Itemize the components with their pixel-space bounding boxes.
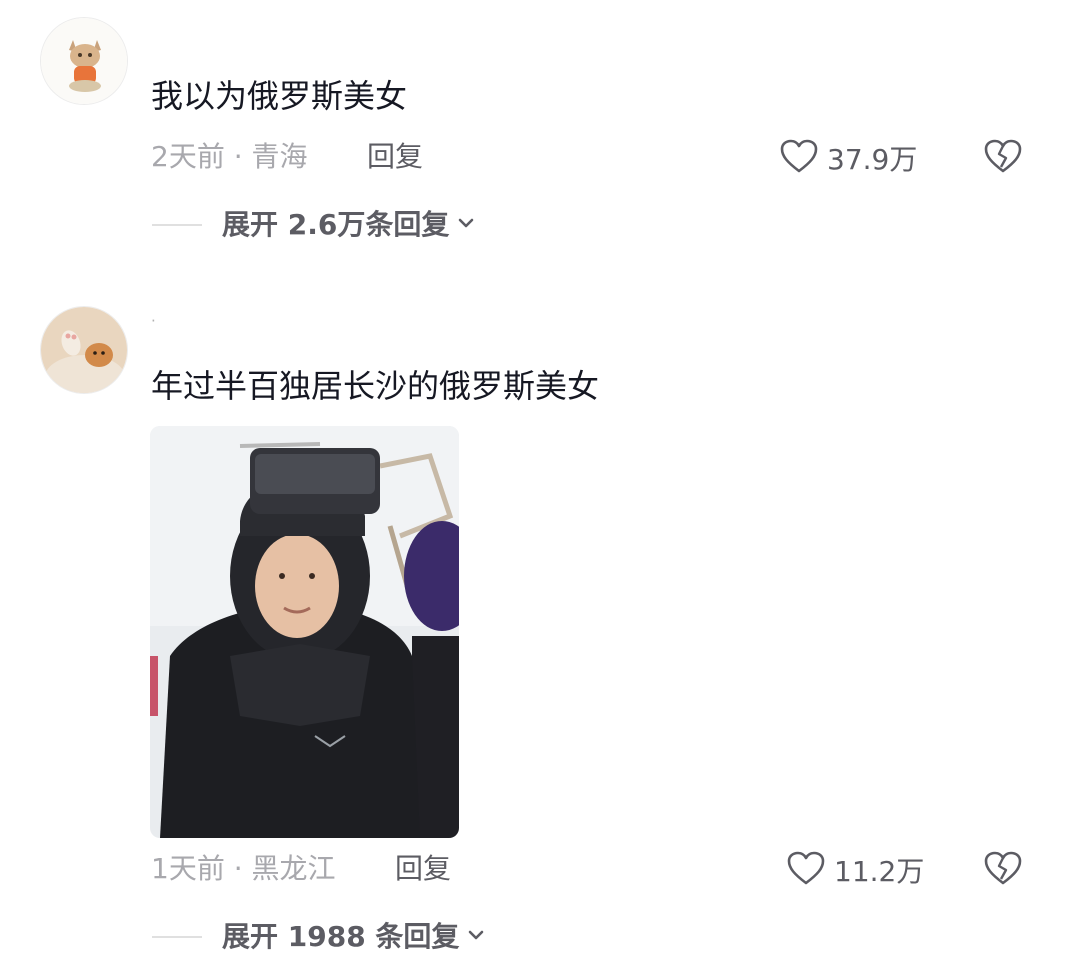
broken-heart-icon: [983, 851, 1023, 891]
comment-meta: 2天前 · 青海: [151, 140, 308, 173]
chevron-down-icon: [465, 920, 487, 954]
chevron-down-icon: [455, 208, 477, 242]
comment-item: · 年过半百独居长沙的俄罗斯美女 1天前 · 黑龙江 回复 11.2万 展开 1…: [0, 290, 1066, 960]
avatar[interactable]: [40, 306, 128, 394]
reply-button[interactable]: 回复: [367, 140, 423, 174]
broken-heart-icon: [983, 139, 1023, 179]
reply-button[interactable]: 回复: [395, 852, 451, 886]
comment-meta: 1天前 · 黑龙江: [151, 852, 336, 885]
username[interactable]: ·: [151, 312, 156, 330]
comment-photo[interactable]: [150, 426, 459, 838]
comment-item: 我以为俄罗斯美女 2天前 · 青海 回复 37.9万 展开 2.6万条回复: [0, 0, 1066, 260]
expand-replies-label: 展开 1988 条回复: [222, 920, 460, 953]
like-count: 11.2万: [834, 855, 925, 888]
expand-replies-label: 展开 2.6万条回复: [222, 208, 450, 241]
divider-line: [152, 936, 202, 938]
comment-text: 我以为俄罗斯美女: [151, 77, 408, 115]
comment-text: 年过半百独居长沙的俄罗斯美女: [151, 367, 600, 405]
dislike-button[interactable]: [983, 137, 1023, 179]
heart-outline-icon: [779, 138, 819, 182]
like-count: 37.9万: [827, 143, 918, 176]
dislike-button[interactable]: [983, 849, 1023, 891]
avatar[interactable]: [40, 17, 128, 105]
divider-line: [152, 224, 202, 226]
like-button[interactable]: 37.9万: [779, 138, 917, 182]
expand-replies-button[interactable]: 展开 2.6万条回复: [152, 208, 477, 242]
expand-replies-button[interactable]: 展开 1988 条回复: [152, 920, 487, 954]
like-button[interactable]: 11.2万: [786, 850, 924, 894]
heart-outline-icon: [786, 850, 826, 894]
